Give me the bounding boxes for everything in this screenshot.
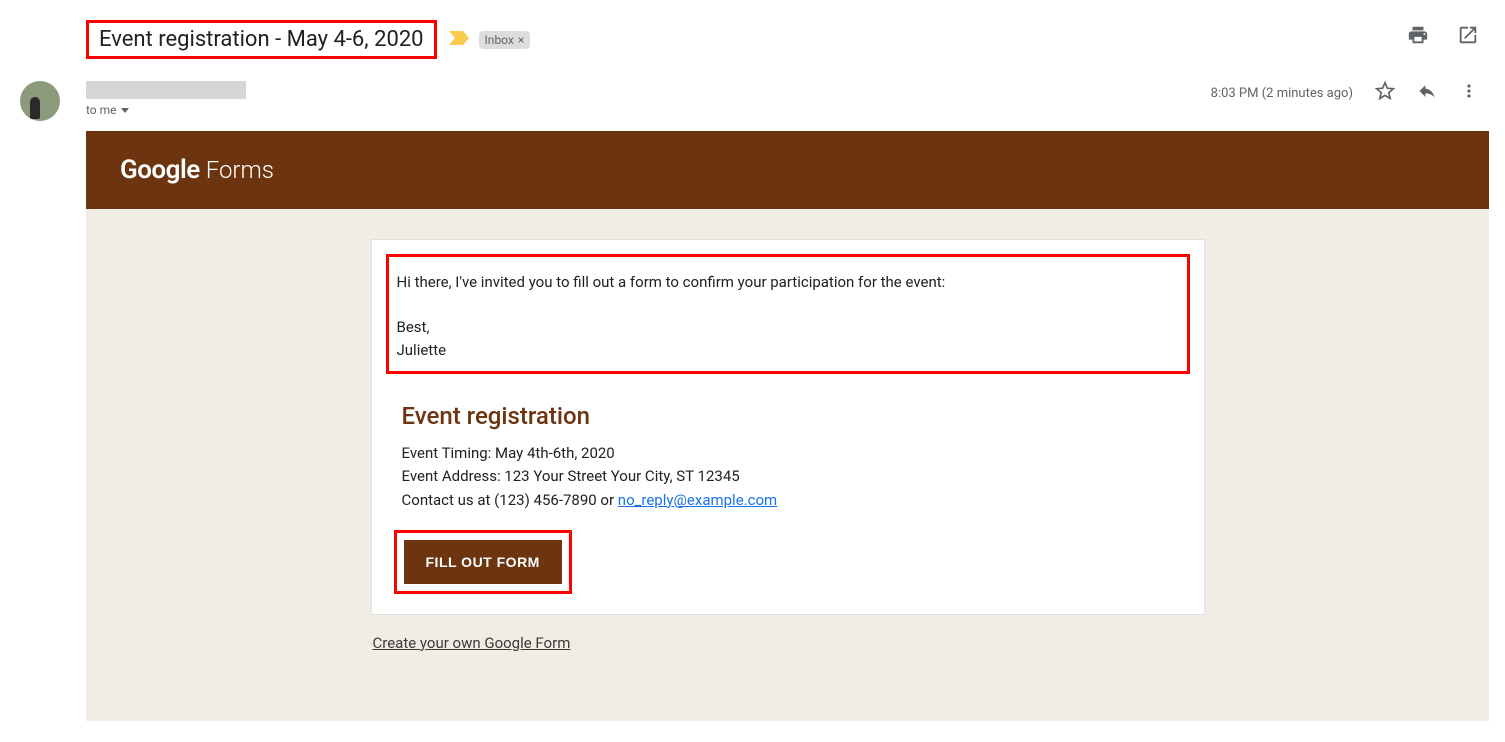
- message-actions: 8:03 PM (2 minutes ago): [1211, 81, 1479, 105]
- google-logo: Google: [120, 155, 200, 185]
- important-marker-icon[interactable]: [449, 30, 469, 49]
- header-action-icons: [1407, 24, 1479, 50]
- google-forms-banner: Google Forms: [86, 131, 1489, 209]
- event-timing: Event Timing: May 4th-6th, 2020: [402, 442, 1174, 465]
- fill-out-form-button[interactable]: FILL OUT FORM: [404, 540, 562, 584]
- sender-name-redacted: [86, 81, 246, 99]
- print-icon[interactable]: [1407, 24, 1429, 50]
- create-link-container: Create your own Google Form: [371, 633, 1205, 676]
- form-title: Event registration: [372, 384, 1204, 442]
- personal-message: Hi there, I've invited you to fill out a…: [386, 254, 1190, 374]
- sender-avatar[interactable]: [20, 81, 60, 121]
- message-greeting: Hi there, I've invited you to fill out a…: [397, 271, 1179, 294]
- remove-label-icon[interactable]: ×: [518, 33, 524, 47]
- inbox-label-chip[interactable]: Inbox ×: [479, 31, 531, 49]
- email-body: Google Forms Hi there, I've invited you …: [86, 131, 1489, 721]
- form-card: Hi there, I've invited you to fill out a…: [371, 239, 1205, 615]
- to-me-text: to me: [86, 103, 117, 117]
- open-new-window-icon[interactable]: [1457, 24, 1479, 50]
- forms-text: Forms: [206, 156, 274, 184]
- event-contact: Contact us at (123) 456-7890 or no_reply…: [402, 489, 1174, 512]
- event-address: Event Address: 123 Your Street Your City…: [402, 465, 1174, 488]
- sender-info: to me: [86, 81, 1211, 117]
- recipient-line[interactable]: to me: [86, 103, 1211, 117]
- button-highlight-box: FILL OUT FORM: [394, 530, 572, 594]
- form-details: Event Timing: May 4th-6th, 2020 Event Ad…: [372, 442, 1204, 512]
- reply-icon[interactable]: [1417, 81, 1437, 105]
- chevron-down-icon[interactable]: [121, 108, 129, 113]
- email-subject: Event registration - May 4-6, 2020: [86, 20, 437, 59]
- email-header-row: Event registration - May 4-6, 2020 Inbox…: [0, 0, 1505, 69]
- message-signature: Juliette: [397, 339, 1179, 362]
- message-closing: Best,: [397, 316, 1179, 339]
- sender-row: to me 8:03 PM (2 minutes ago): [0, 69, 1505, 131]
- contact-email-link[interactable]: no_reply@example.com: [618, 491, 777, 509]
- more-icon[interactable]: [1459, 81, 1479, 105]
- timestamp: 8:03 PM (2 minutes ago): [1211, 86, 1353, 101]
- label-text: Inbox: [485, 33, 514, 47]
- create-own-form-link[interactable]: Create your own Google Form: [373, 634, 571, 652]
- star-icon[interactable]: [1375, 81, 1395, 105]
- contact-prefix: Contact us at (123) 456-7890 or: [402, 491, 618, 509]
